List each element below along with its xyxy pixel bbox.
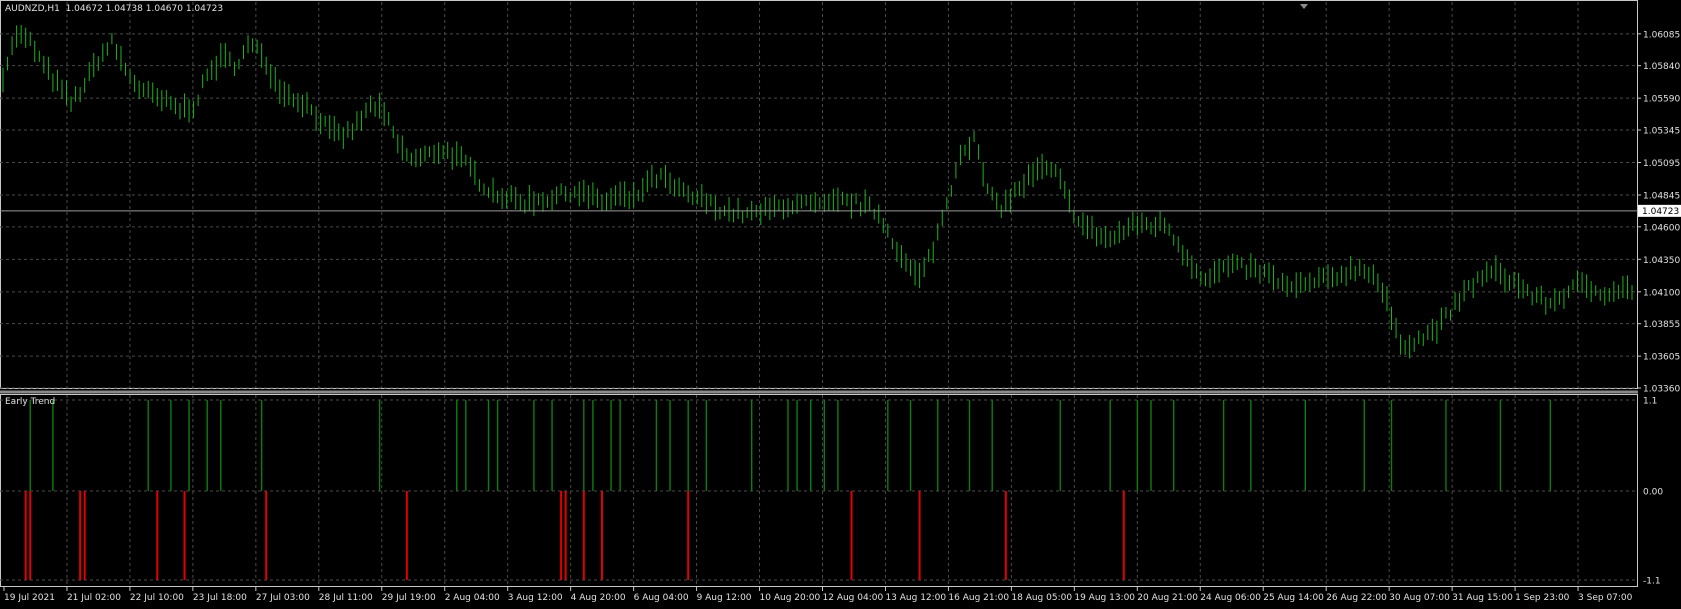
time-axis-label: 2 Aug 04:00: [445, 593, 500, 603]
time-axis-label: 27 Jul 03:00: [256, 593, 310, 603]
indicator-axis-label: -1.1: [1643, 577, 1661, 587]
time-axis-label: 20 Aug 21:00: [1137, 593, 1198, 603]
early-trend-series: [24, 400, 1552, 580]
time-axis-label: 16 Aug 21:00: [948, 593, 1009, 603]
time-axis-label: 13 Aug 12:00: [885, 593, 946, 603]
shift-end-marker-icon[interactable]: [1300, 4, 1308, 9]
price-axis-label: 1.05095: [1643, 159, 1680, 169]
price-axis-label: 1.04600: [1643, 223, 1680, 233]
price-axis-label: 1.05345: [1643, 127, 1680, 137]
time-axis-label: 25 Aug 14:00: [1263, 593, 1324, 603]
time-axis-label: 9 Aug 12:00: [697, 593, 752, 603]
time-axis-label: 19 Jul 2021: [4, 593, 55, 603]
time-axis[interactable]: 19 Jul 2021 21 Jul 02:00 22 Jul 10:00 23 Ju…: [3, 587, 1633, 603]
time-axis-label: 30 Aug 07:00: [1389, 593, 1450, 603]
time-axis-label: 22 Jul 10:00: [130, 593, 184, 603]
time-axis-label: 26 Aug 22:00: [1326, 593, 1387, 603]
time-axis-label: 6 Aug 04:00: [634, 593, 689, 603]
indicator-axis-label: 0.00: [1643, 488, 1663, 498]
price-axis-label: 1.04845: [1643, 192, 1680, 202]
time-axis-label: 1 Sep 23:00: [1515, 593, 1570, 603]
time-axis-label: 3 Aug 12:00: [508, 593, 563, 603]
symbol-timeframe-label: AUDNZD,H1 1.04672 1.04738 1.04670 1.0472…: [5, 4, 223, 14]
price-axis-label: 1.04100: [1643, 288, 1680, 298]
chart-window[interactable]: 1.06085 1.05840 1.05590 1.05345 1.05095 1.048…: [0, 0, 1681, 605]
symbol-header: AUDNZD,H1: [5, 4, 60, 14]
indicator-axis-label: 1.1: [1643, 397, 1657, 407]
price-axis-label: 1.05840: [1643, 62, 1680, 72]
time-axis-label: 12 Aug 04:00: [823, 593, 884, 603]
time-axis-label: 21 Jul 02:00: [67, 593, 121, 603]
time-axis-label: 4 Aug 20:00: [571, 593, 626, 603]
price-axis-label: 1.03605: [1643, 353, 1680, 363]
price-axis-label: 1.04350: [1643, 256, 1680, 266]
price-grid: [0, 2, 1637, 389]
ohlc-readout: 1.04672 1.04738 1.04670 1.04723: [65, 4, 224, 14]
indicator-axis: 1.1 0.00 -1.1: [1643, 397, 1663, 587]
time-axis-label: 29 Jul 19:00: [382, 593, 436, 603]
price-axis-label: 1.03360: [1643, 385, 1680, 395]
indicator-name: Early Trend: [5, 397, 56, 407]
time-axis-label: 23 Jul 18:00: [193, 593, 247, 603]
price-axis-label: 1.05590: [1643, 95, 1680, 105]
time-axis-label: 24 Aug 06:00: [1200, 593, 1261, 603]
price-axis-label: 1.06085: [1643, 30, 1680, 40]
price-series: [2, 24, 1633, 359]
time-axis-label: 19 Aug 13:00: [1074, 593, 1135, 603]
chart-canvas[interactable]: 1.06085 1.05840 1.05590 1.05345 1.05095 1.048…: [0, 0, 1681, 605]
time-axis-label: 3 Sep 07:00: [1578, 593, 1633, 603]
time-axis-label: 28 Jul 11:00: [319, 593, 373, 603]
time-axis-label: 10 Aug 20:00: [760, 593, 821, 603]
current-price-label: 1.04723: [1642, 207, 1679, 217]
time-axis-label: 31 Aug 15:00: [1452, 593, 1513, 603]
time-axis-label: 18 Aug 05:00: [1011, 593, 1072, 603]
price-axis-label: 1.03855: [1643, 320, 1680, 330]
